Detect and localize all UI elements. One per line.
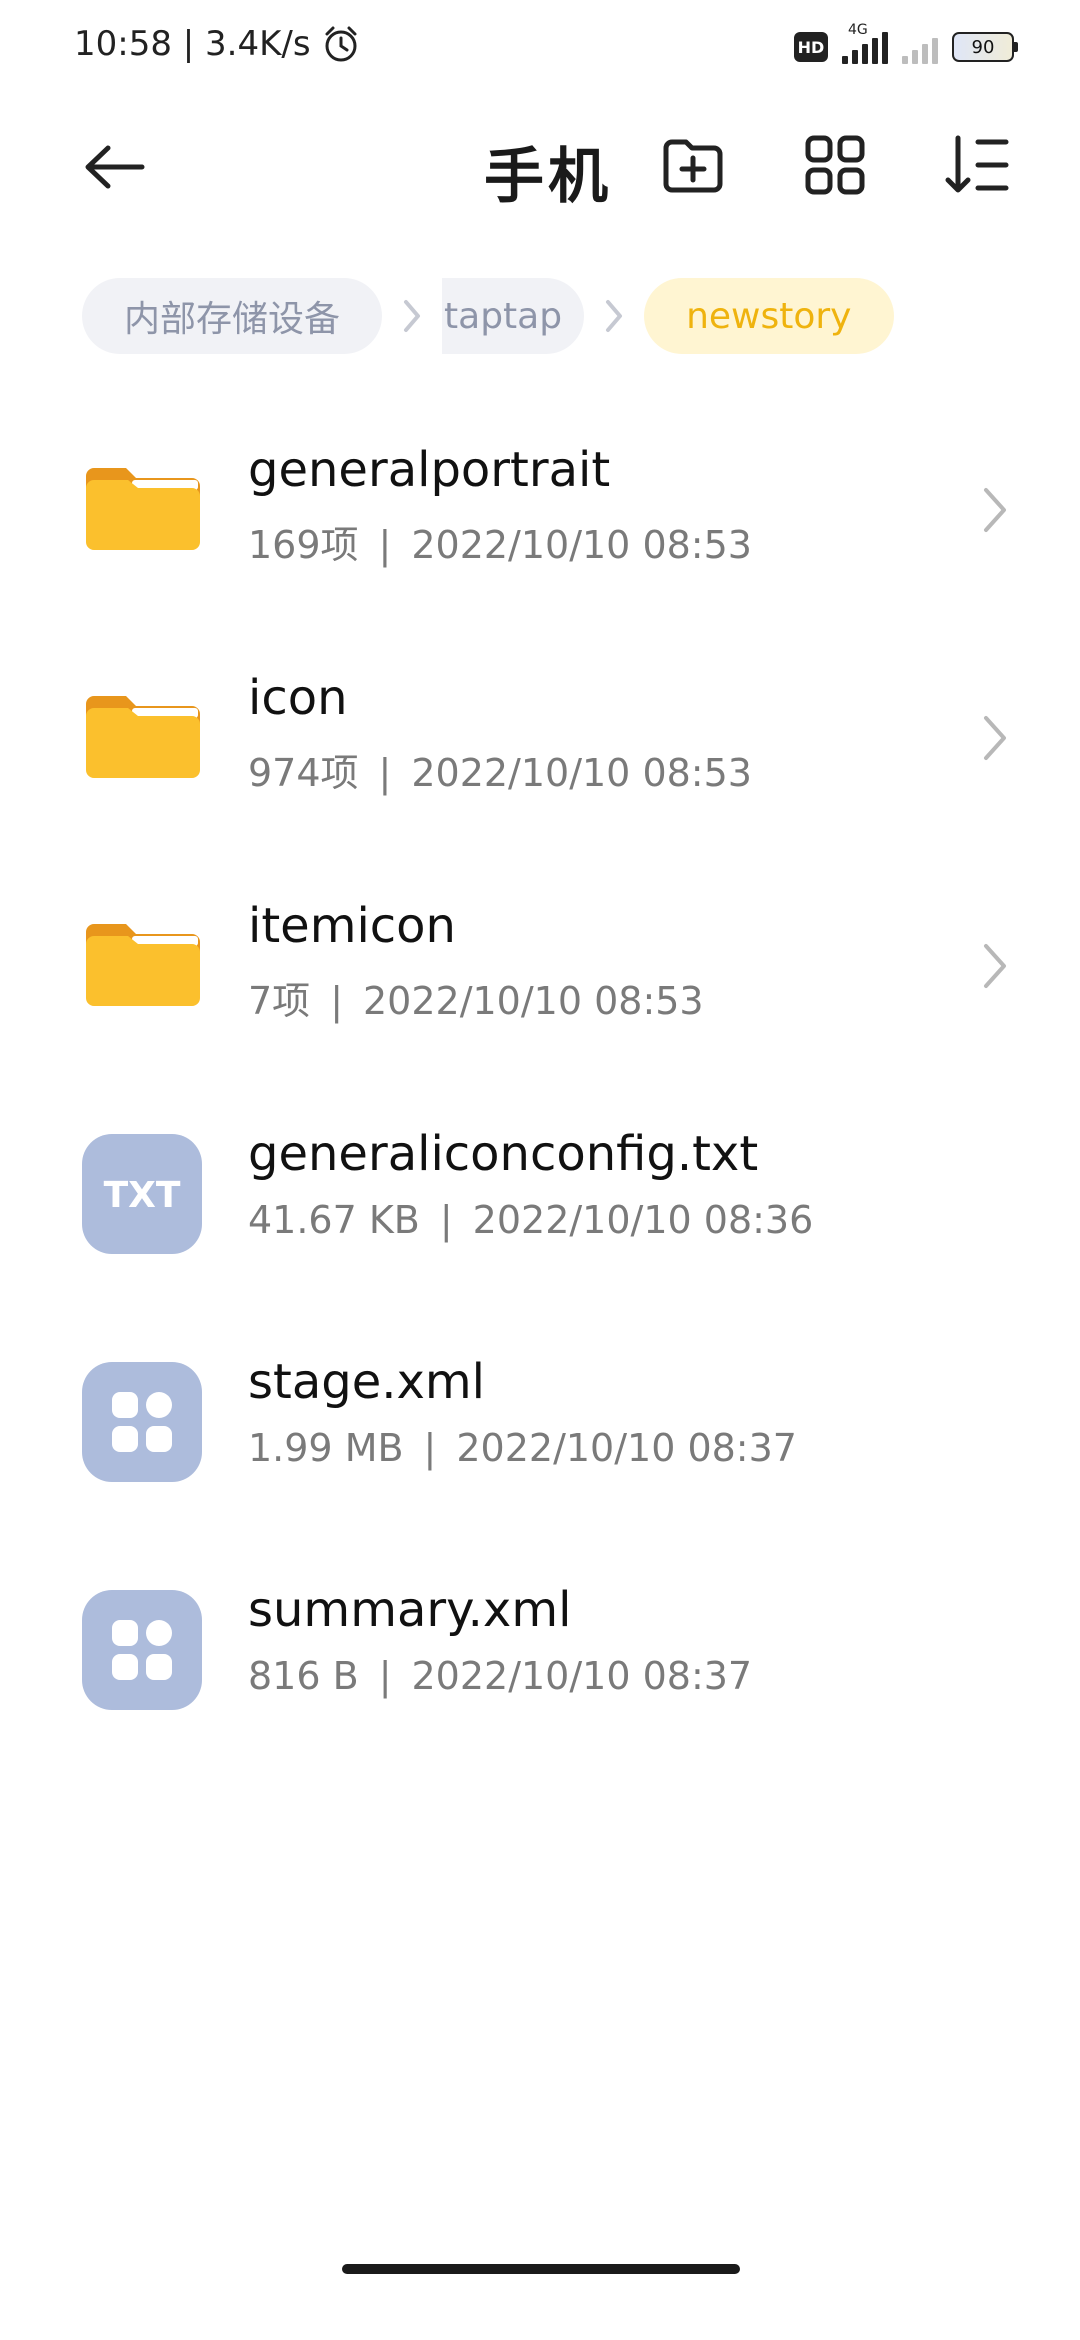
chevron-right-icon xyxy=(984,716,1006,760)
breadcrumb-taptap[interactable]: taptap xyxy=(442,278,585,354)
modified-date: 2022/10/10 08:53 xyxy=(411,523,752,567)
home-indicator[interactable] xyxy=(342,2264,740,2274)
modified-date: 2022/10/10 08:53 xyxy=(363,979,704,1023)
modified-date: 2022/10/10 08:53 xyxy=(411,751,752,795)
network-type-label: 4G xyxy=(848,22,868,38)
app-file-icon xyxy=(82,1362,202,1482)
item-count: 169项 xyxy=(248,523,359,567)
txt-file-icon: TXT xyxy=(82,1134,202,1254)
file-list: generalportrait 169项 | 2022/10/10 08:53 ic… xyxy=(0,410,1080,1778)
time-speed-text: 10:58 | 3.4K/s xyxy=(74,24,311,64)
folder-icon xyxy=(86,924,200,1006)
grid-view-icon[interactable] xyxy=(802,132,868,198)
chevron-right-icon xyxy=(404,300,421,332)
breadcrumb-separator xyxy=(382,278,442,354)
folder-icon xyxy=(86,696,200,778)
file-meta: 974项 | 2022/10/10 08:53 xyxy=(248,751,752,795)
hd-voice-icon: HD xyxy=(794,32,828,62)
file-size: 816 B xyxy=(248,1654,359,1698)
chevron-right-icon xyxy=(606,300,623,332)
breadcrumb: 内部存储设备 taptap newstory xyxy=(82,278,894,354)
page-title: 手机 xyxy=(484,142,612,212)
breadcrumb-separator xyxy=(584,278,644,354)
file-name: summary.xml xyxy=(248,1582,572,1638)
app-file-icon xyxy=(82,1590,202,1710)
list-item-file[interactable]: summary.xml 816 B | 2022/10/10 08:37 xyxy=(0,1550,1080,1778)
sort-icon[interactable] xyxy=(944,132,1010,198)
list-item-folder[interactable]: itemicon 7项 | 2022/10/10 08:53 xyxy=(0,866,1080,1094)
modified-date: 2022/10/10 08:37 xyxy=(411,1654,753,1698)
file-name: icon xyxy=(248,670,348,726)
back-arrow-icon[interactable] xyxy=(80,132,150,202)
file-size: 1.99 MB xyxy=(248,1426,404,1470)
file-meta: 7项 | 2022/10/10 08:53 xyxy=(248,979,704,1023)
breadcrumb-internal-storage[interactable]: 内部存储设备 xyxy=(82,278,383,354)
txt-icon-label: TXT xyxy=(104,1175,181,1216)
file-name: itemicon xyxy=(248,898,456,954)
file-meta: 816 B | 2022/10/10 08:37 xyxy=(248,1654,753,1698)
battery-icon: 90 xyxy=(952,32,1018,62)
item-count: 974项 xyxy=(248,751,359,795)
file-name: stage.xml xyxy=(248,1354,485,1410)
status-left: 10:58 | 3.4K/s xyxy=(74,24,361,64)
cell-signal-2-icon xyxy=(902,30,938,64)
breadcrumb-newstory[interactable]: newstory xyxy=(644,278,894,354)
file-name: generaliconconfig.txt xyxy=(248,1126,759,1182)
list-item-file[interactable]: TXT generaliconconfig.txt 41.67 KB | 2022/… xyxy=(0,1094,1080,1322)
alarm-clock-icon xyxy=(325,26,357,62)
file-size: 41.67 KB xyxy=(248,1198,420,1242)
folder-icon xyxy=(86,468,200,550)
item-count: 7项 xyxy=(248,979,311,1023)
new-folder-icon[interactable] xyxy=(660,132,726,198)
status-bar: 10:58 | 3.4K/s HD 4G 90 xyxy=(0,0,1080,96)
modified-date: 2022/10/10 08:36 xyxy=(472,1198,814,1242)
status-right: HD 4G 90 xyxy=(794,22,1018,64)
list-item-file[interactable]: stage.xml 1.99 MB | 2022/10/10 08:37 xyxy=(0,1322,1080,1550)
list-item-folder[interactable]: generalportrait 169项 | 2022/10/10 08:53 xyxy=(0,410,1080,638)
file-meta: 1.99 MB | 2022/10/10 08:37 xyxy=(248,1426,797,1470)
chevron-right-icon xyxy=(984,488,1006,532)
file-meta: 169项 | 2022/10/10 08:53 xyxy=(248,523,752,567)
top-bar: 手机 xyxy=(0,110,1080,220)
chevron-right-icon xyxy=(984,944,1006,988)
modified-date: 2022/10/10 08:37 xyxy=(456,1426,797,1470)
file-name: generalportrait xyxy=(248,442,611,498)
list-item-folder[interactable]: icon 974项 | 2022/10/10 08:53 xyxy=(0,638,1080,866)
cell-signal-icon: 4G xyxy=(842,22,888,64)
file-meta: 41.67 KB | 2022/10/10 08:36 xyxy=(248,1198,814,1242)
